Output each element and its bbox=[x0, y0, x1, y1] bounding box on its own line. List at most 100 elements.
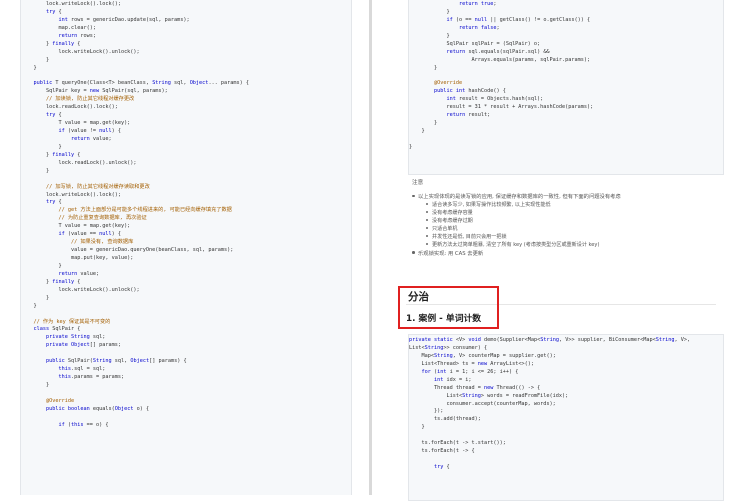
code-line: private String sql; bbox=[21, 334, 351, 342]
code-token: lock.readLock().lock(); bbox=[21, 104, 118, 111]
code-line: } finally { bbox=[21, 152, 351, 160]
code-line: this.params = params; bbox=[21, 374, 351, 382]
code-token: } bbox=[409, 424, 425, 431]
code-token: } bbox=[409, 120, 438, 127]
code-token: new bbox=[477, 360, 488, 367]
code-line: } finally { bbox=[21, 279, 351, 287]
code-token: List<Thread> ts = bbox=[409, 360, 478, 367]
code-token: result = 31 * result + Arrays.hashCode(p… bbox=[409, 104, 594, 111]
code-line: return rows; bbox=[21, 33, 351, 41]
code-line: } bbox=[21, 263, 351, 271]
code-line: @Override bbox=[409, 80, 723, 88]
code-token: ts.forEach(t -> { bbox=[409, 448, 475, 455]
code-line: } bbox=[21, 144, 351, 152]
code-token: } bbox=[409, 32, 450, 39]
code-token: String bbox=[152, 80, 171, 87]
code-line: ts.forEach(t -> t.start()); bbox=[409, 440, 723, 448]
code-line: } bbox=[409, 144, 723, 152]
code-line: if (o == null || getClass() != o.getClas… bbox=[409, 17, 723, 25]
code-token: T value = map.get(key); bbox=[21, 223, 131, 230]
code-token: } bbox=[409, 64, 438, 71]
code-line: return result; bbox=[409, 112, 723, 120]
code-token: return bbox=[70, 135, 90, 142]
code-token: } bbox=[21, 262, 62, 269]
code-token: ts.forEach(t -> t.start()); bbox=[409, 440, 506, 447]
code-token: List< bbox=[409, 344, 425, 351]
code-token: return bbox=[58, 270, 78, 277]
code-line: this.sql = sql; bbox=[21, 366, 351, 374]
code-line: } bbox=[409, 120, 723, 128]
code-token: return bbox=[58, 32, 78, 39]
code-token: ts.add(thread); bbox=[409, 416, 481, 423]
code-token: @Override bbox=[21, 397, 75, 404]
code-token: rows = genericDao.update(sql, params); bbox=[67, 16, 190, 23]
code-token: lock.writeLock().lock(); bbox=[21, 191, 121, 198]
code-line: // 作为 key 保证其是不可变的 bbox=[21, 319, 351, 327]
code-token: } bbox=[21, 151, 53, 158]
code-token: ; bbox=[496, 24, 500, 31]
code-token: [] params; bbox=[89, 342, 121, 349]
code-token: // 加写锁, 防止其它线程对缓存读取和更改 bbox=[21, 183, 150, 190]
code-token: // get 方法上面部分是可能多个线程进来的, 可能已经向缓存填充了数据 bbox=[21, 207, 232, 214]
code-token: ; bbox=[493, 1, 497, 7]
code-token: .params = params; bbox=[70, 374, 125, 381]
code-line: // 为防止重复查询数据库, 再次验证 bbox=[21, 215, 351, 223]
code-line: map.clear(); bbox=[21, 25, 351, 33]
code-token: return false bbox=[458, 24, 497, 31]
code-token: } bbox=[21, 56, 50, 63]
code-token: Arrays.equals(params, sqlPair.params); bbox=[409, 56, 591, 63]
code-line: } bbox=[21, 295, 351, 303]
code-line: } bbox=[409, 424, 723, 432]
code-token: int bbox=[446, 96, 456, 103]
note-item: 以上实现体现的是读写锁的应用, 保证缓存和数据库的一致性, 但有下面的问题没有考… bbox=[412, 192, 722, 201]
code-token: { bbox=[443, 464, 450, 470]
code-token: Map< bbox=[409, 352, 434, 359]
code-token: T value = map.get(key); bbox=[21, 120, 131, 127]
code-token: } bbox=[409, 143, 413, 150]
code-token: , V>, bbox=[674, 337, 691, 343]
code-line: try { bbox=[21, 9, 351, 17]
code-line: try { bbox=[409, 464, 723, 472]
code-token: lock.readLock().unlock(); bbox=[21, 159, 137, 166]
code-line: public T queryOne(Class<T> beanClass, St… bbox=[21, 80, 351, 88]
code-token: Object bbox=[70, 342, 90, 349]
code-token: demo(Supplier<Map< bbox=[480, 337, 541, 343]
note-item: 更新方法太过简单粗暴, 清空了所有 key (考虑按类型分区或重新设计 key) bbox=[426, 241, 722, 249]
code-token: } bbox=[21, 40, 53, 47]
notes-list: 以上实现体现的是读写锁的应用, 保证缓存和数据库的一致性, 但有下面的问题没有考… bbox=[408, 192, 722, 257]
code-token: value; bbox=[77, 270, 100, 277]
code-token: consumer.accept(counterMap, words); bbox=[409, 400, 556, 407]
code-token: String bbox=[70, 334, 90, 341]
code-token: } bbox=[21, 278, 53, 285]
code-token: int bbox=[437, 368, 447, 375]
note-item: 没有考虑缓存容量 bbox=[426, 209, 722, 217]
code-token: return bbox=[446, 112, 466, 119]
code-token: SqlPair sqlPair = (SqlPair) o; bbox=[409, 40, 541, 47]
code-line: return sql.equals(sqlPair.sql) && bbox=[409, 49, 723, 57]
code-token: null bbox=[99, 128, 112, 134]
highlight-box bbox=[398, 286, 499, 329]
code-token: Thread(() -> { bbox=[493, 384, 541, 391]
code-line: public int hashCode() { bbox=[409, 88, 723, 96]
code-token: Object bbox=[130, 358, 150, 365]
code-token: value = genericDao.queryOne(beanClass, s… bbox=[21, 247, 234, 254]
code-token: { bbox=[74, 40, 81, 47]
code-token: try bbox=[434, 464, 444, 470]
code-token: this bbox=[21, 374, 71, 381]
code-token: try bbox=[46, 112, 56, 119]
left-document-page: lock.writeLock().lock(); try { int rows … bbox=[0, 0, 369, 495]
code-token: result = Objects.hash(sql); bbox=[455, 96, 544, 103]
